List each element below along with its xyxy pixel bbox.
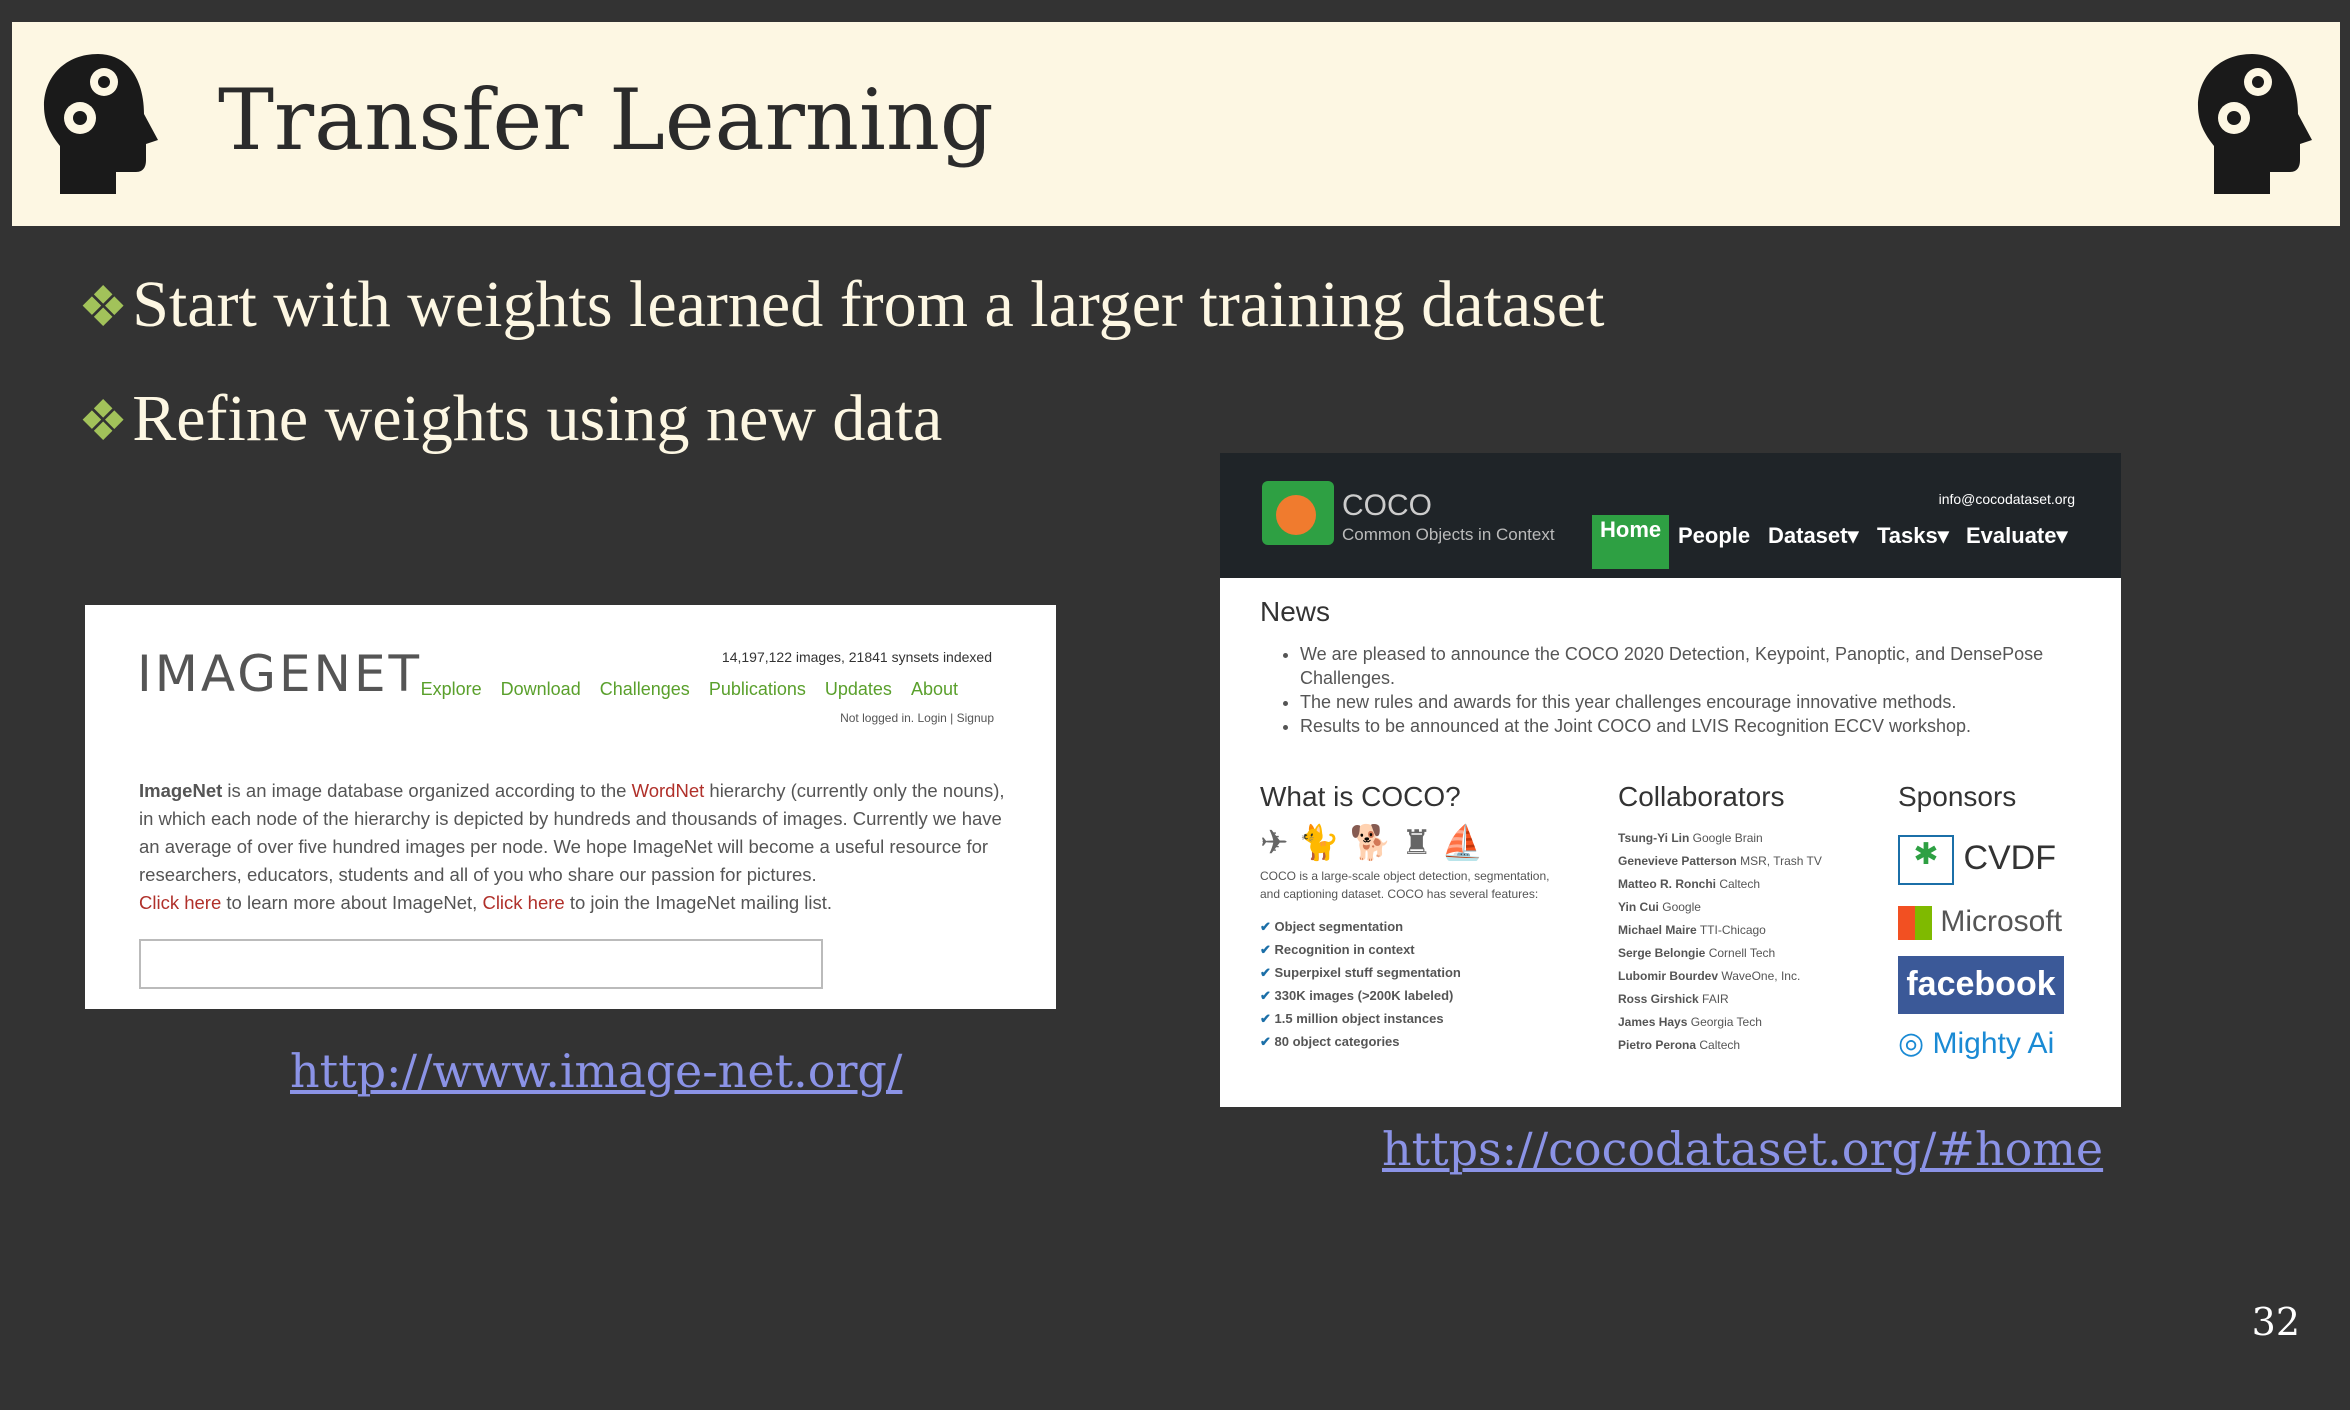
nav-challenges[interactable]: Challenges xyxy=(600,679,690,699)
nav-explore[interactable]: Explore xyxy=(421,679,482,699)
sponsor-microsoft[interactable]: Microsoft xyxy=(1898,905,2108,941)
mailing-list-link[interactable]: Click here xyxy=(482,892,564,913)
coco-link[interactable]: https://cocodataset.org/#home xyxy=(1382,1122,2103,1176)
sponsor-mighty-ai[interactable]: ◎ Mighty Ai xyxy=(1898,1026,2108,1061)
sponsors: Sponsors ✱ CVDF Microsoft facebook ◎ Mig… xyxy=(1898,781,2108,1061)
what-is-coco: What is COCO? ✈ 🐈 🐕 ♜ ⛵ COCO is a large-… xyxy=(1260,781,1560,1053)
coco-screenshot: COCO Common Objects in Context info@coco… xyxy=(1220,453,2121,1107)
feature-list: ✔ Object segmentation ✔ Recognition in c… xyxy=(1260,919,1461,1049)
nav-home[interactable]: Home xyxy=(1592,515,1670,569)
head-gears-icon xyxy=(2192,48,2316,196)
news-title: News xyxy=(1260,596,1331,627)
head-gears-icon xyxy=(38,48,162,196)
search-input[interactable] xyxy=(139,939,823,989)
login-status[interactable]: Not logged in. Login | Signup xyxy=(840,711,994,725)
nav-publications[interactable]: Publications xyxy=(709,679,806,699)
collaborators: Collaborators Tsung-Yi Lin Google Brain … xyxy=(1618,781,1822,1052)
coco-logo-icon xyxy=(1262,481,1334,545)
nav-tasks[interactable]: Tasks▾ xyxy=(1877,523,1949,549)
page-number: 32 xyxy=(2251,1300,2300,1344)
news-list: We are pleased to announce the COCO 2020… xyxy=(1260,642,2090,738)
sponsor-facebook[interactable]: facebook xyxy=(1898,956,2064,1015)
category-icons: ✈ 🐈 🐕 ♜ ⛵ xyxy=(1260,824,1484,862)
diamond-bullet-icon: ❖ xyxy=(78,391,129,453)
nav-download[interactable]: Download xyxy=(501,679,581,699)
learn-more-link[interactable]: Click here xyxy=(139,892,221,913)
nav-about[interactable]: About xyxy=(911,679,958,699)
imagenet-description: ImageNet is an image database organized … xyxy=(139,780,1005,913)
imagenet-nav: Explore Download Challenges Publications… xyxy=(407,679,958,700)
contact-email[interactable]: info@cocodataset.org xyxy=(1939,491,2075,507)
diamond-bullet-icon: ❖ xyxy=(78,277,129,339)
coco-header: COCO Common Objects in Context info@coco… xyxy=(1220,453,2121,578)
nav-people[interactable]: People xyxy=(1678,523,1750,549)
nav-dataset[interactable]: Dataset▾ xyxy=(1768,523,1859,549)
imagenet-stats: 14,197,122 images, 21841 synsets indexed xyxy=(721,649,992,665)
imagenet-link[interactable]: http://www.image-net.org/ xyxy=(290,1044,902,1098)
slide-title: Transfer Learning xyxy=(218,71,994,169)
nav-evaluate[interactable]: Evaluate▾ xyxy=(1966,523,2068,549)
imagenet-screenshot: IMAGENET 14,197,122 images, 21841 synset… xyxy=(85,605,1056,1009)
imagenet-logo: IMAGENET xyxy=(137,645,423,703)
sponsor-cvdf[interactable]: ✱ CVDF xyxy=(1898,835,2108,885)
nav-updates[interactable]: Updates xyxy=(825,679,892,699)
bullet-1: ❖Start with weights learned from a large… xyxy=(78,268,1605,341)
bullet-2: ❖Refine weights using new data xyxy=(78,382,943,455)
